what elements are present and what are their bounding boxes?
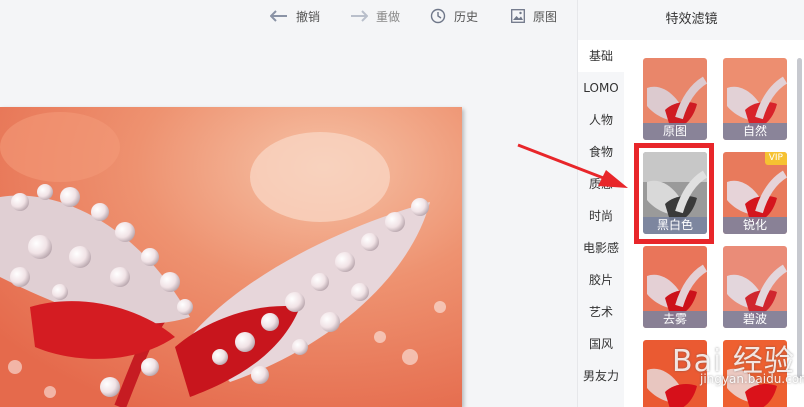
category-chinese-style[interactable]: 国风 (578, 328, 624, 360)
category-basic[interactable]: 基础 (578, 40, 624, 72)
filter-thumb-original[interactable]: 原图 (643, 58, 707, 140)
filter-label: 自然 (723, 123, 787, 140)
filter-label: 锐化 (723, 217, 787, 234)
filter-label: 原图 (643, 123, 707, 140)
category-food[interactable]: 食物 (578, 136, 624, 168)
filter-scrollbar[interactable] (794, 40, 804, 407)
original-label: 原图 (533, 9, 558, 24)
filter-thumb-sharpen[interactable]: VIP 锐化 (723, 152, 787, 234)
category-art[interactable]: 艺术 (578, 296, 624, 328)
canvas-photo[interactable] (0, 107, 462, 407)
history-button[interactable]: 历史 (430, 7, 478, 25)
undo-button[interactable]: 撤销 (270, 7, 320, 25)
filter-thumb-ripple[interactable]: 碧波 (723, 246, 787, 328)
filter-thumb-dehaze[interactable]: 去雾 (643, 246, 707, 328)
category-texture[interactable]: 质感 (578, 168, 624, 200)
original-button[interactable]: 原图 (511, 7, 557, 25)
history-label: 历史 (454, 9, 479, 24)
image-icon (511, 9, 525, 23)
category-film[interactable]: 胶片 (578, 264, 624, 296)
scrollbar-thumb[interactable] (797, 58, 802, 378)
category-portrait[interactable]: 人物 (578, 104, 624, 136)
redo-button[interactable]: 重做 (350, 7, 400, 25)
redo-label: 重做 (376, 9, 401, 24)
category-cinematic[interactable]: 电影感 (578, 232, 624, 264)
filter-label: 碧波 (723, 311, 787, 328)
undo-label: 撤销 (296, 9, 321, 24)
editor-area: 撤销 重做 历史 原图 (0, 0, 577, 407)
vip-badge: VIP (764, 152, 787, 165)
category-fashion[interactable]: 时尚 (578, 200, 624, 232)
filter-thumb-natural[interactable]: 自然 (723, 58, 787, 140)
redo-arrow-icon (351, 10, 368, 22)
category-list: 基础 LOMO 人物 食物 质感 时尚 电影感 胶片 艺术 国风 男友力 (578, 40, 624, 407)
editor-toolbar: 撤销 重做 历史 原图 (0, 0, 577, 34)
undo-arrow-icon (270, 10, 287, 22)
watermark-url: jingyan.baidu.com (700, 372, 804, 386)
clock-icon (430, 8, 446, 24)
filter-label: 去雾 (643, 311, 707, 328)
category-boyfriend[interactable]: 男友力 (578, 360, 624, 392)
panel-title: 特效滤镜 (578, 0, 804, 40)
category-lomo[interactable]: LOMO (578, 72, 624, 104)
highlight-box (634, 143, 714, 244)
